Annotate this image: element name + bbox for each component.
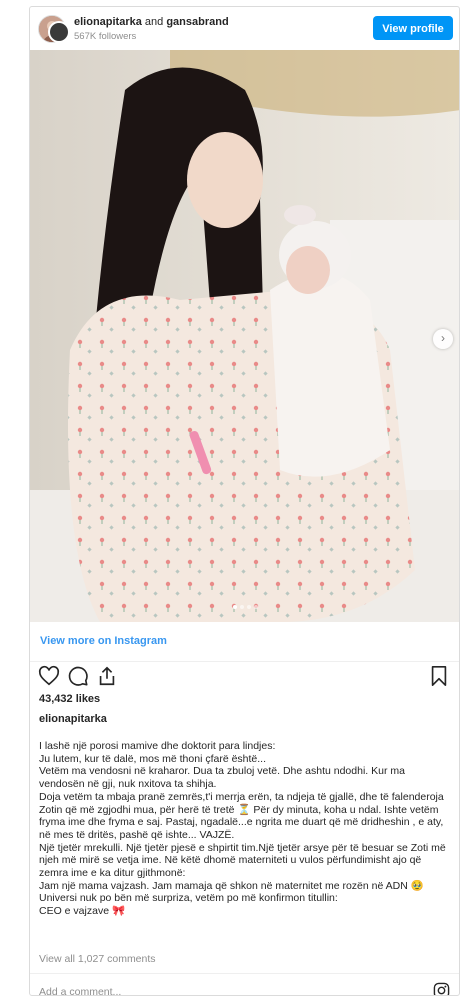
caption-text: I lashë një porosi mamive dhe doktorit p… (39, 740, 451, 918)
post-header: elionapitarka and gansabrand 567K follow… (30, 7, 459, 51)
caption-line: I lashë një porosi mamive dhe doktorit p… (39, 740, 276, 752)
comment-icon[interactable] (67, 665, 89, 687)
instagram-icon[interactable] (433, 982, 450, 996)
carousel-dot (247, 605, 251, 609)
coauthor-avatar[interactable] (48, 21, 70, 43)
likes-count[interactable]: 43,432 likes (39, 693, 100, 705)
caption-username[interactable]: elionapitarka (39, 713, 107, 725)
heart-icon[interactable] (38, 665, 60, 687)
caption-line: Ju lutem, kur të dalë, mos më thoni çfar… (39, 752, 267, 765)
and-text: and (141, 16, 167, 28)
comment-footer: Add a comment... (30, 973, 459, 996)
caption-line: Jam një mama vajzash. Jam mamaja që shko… (39, 879, 424, 892)
chevron-right-icon: › (441, 331, 445, 345)
instagram-embed-card: elionapitarka and gansabrand 567K follow… (29, 6, 460, 996)
coauthor-username[interactable]: gansabrand (166, 16, 228, 28)
view-more-row: View more on Instagram (30, 622, 459, 662)
carousel-dot (233, 605, 237, 609)
followers-count: 567K followers (74, 31, 137, 42)
caption-line: Doja vetëm ta mbaja pranë zemrës,t'i mer… (39, 790, 447, 841)
view-profile-button[interactable]: View profile (373, 16, 453, 40)
caption-line: Një tjetër mrekulli. Një tjetër pjesë e … (39, 841, 449, 880)
caption-line: Universi nuk po bën më surpriza, vetëm p… (39, 892, 338, 905)
view-more-link[interactable]: View more on Instagram (40, 635, 167, 647)
header-text: elionapitarka and gansabrand 567K follow… (74, 16, 229, 42)
action-bar (30, 665, 459, 691)
photo-illustration (30, 50, 459, 622)
view-all-comments-link[interactable]: View all 1,027 comments (39, 953, 156, 965)
post-photo[interactable]: › (30, 50, 459, 622)
add-comment-input[interactable]: Add a comment... (39, 986, 121, 995)
caption-line: Vetëm ma vendosni në kraharor. Dua ta zb… (39, 765, 408, 791)
share-icon[interactable] (96, 665, 118, 687)
carousel-dot (254, 605, 258, 609)
author-username[interactable]: elionapitarka (74, 16, 142, 28)
carousel-dot (240, 605, 244, 609)
next-slide-button[interactable]: › (433, 329, 453, 349)
author-names: elionapitarka and gansabrand (74, 16, 229, 28)
carousel-indicator (30, 596, 459, 614)
bookmark-icon[interactable] (428, 665, 450, 687)
caption-line: CEO e vajzave 🎀 (39, 905, 126, 918)
